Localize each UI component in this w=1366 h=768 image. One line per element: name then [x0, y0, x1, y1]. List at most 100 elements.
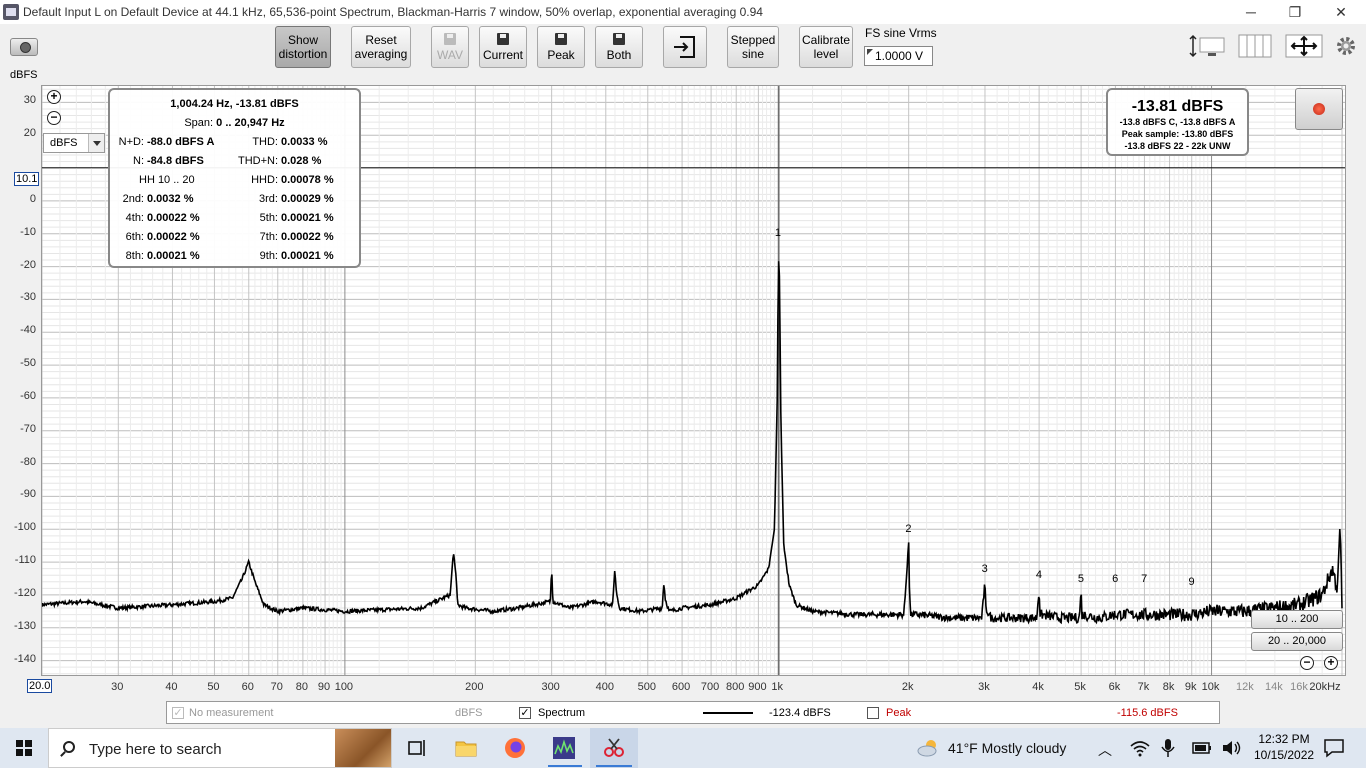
taskbar-search[interactable]: Type here to search — [48, 728, 392, 768]
x-tick-label: 600 — [671, 681, 691, 693]
x-tick-label: 5k — [1074, 681, 1086, 693]
wifi-icon[interactable] — [1128, 736, 1152, 760]
fit-vertical-icon[interactable] — [1188, 34, 1228, 58]
volume-icon[interactable] — [1220, 736, 1244, 760]
range-10-200-button[interactable]: 10 .. 200 — [1251, 610, 1343, 629]
x-tick-label: 30 — [111, 681, 124, 693]
stepped-sine-button[interactable]: Stepped sine — [727, 26, 779, 68]
level-weighted: -13.8 dBFS C, -13.8 dBFS A — [1119, 117, 1236, 127]
y-axis-unit: dBFS — [10, 69, 38, 81]
search-highlight-image — [335, 729, 391, 767]
distortion-value: 0.0033 % — [281, 136, 328, 148]
harmonic-label: 3 — [981, 562, 988, 575]
span-label: Span: — [184, 117, 214, 129]
weather-cloud-icon[interactable] — [916, 736, 940, 760]
distortion-label: 4th: — [125, 212, 144, 224]
calibrate-level-button[interactable]: Calibrate level — [799, 26, 853, 68]
zoom-in-icon[interactable]: + — [47, 90, 61, 104]
x-tick-label: 90 — [317, 681, 331, 693]
y-tick-label: -80 — [20, 455, 36, 468]
system-clock[interactable]: 12:32 PM 10/15/2022 — [1254, 731, 1314, 763]
weather-text[interactable]: 41°F Mostly cloudy — [948, 740, 1066, 756]
distortion-label: N+D: — [118, 136, 144, 148]
close-button[interactable]: ✕ — [1318, 0, 1364, 24]
app-icon — [3, 4, 19, 20]
camera-icon[interactable] — [10, 38, 38, 56]
save-current-button[interactable]: Current — [479, 26, 527, 68]
show-distortion-label: Show distortion — [278, 33, 328, 61]
harmonic-label: 1 — [774, 227, 782, 240]
distortion-label: 6th: — [125, 231, 144, 243]
x-tick-label: 1k — [771, 681, 784, 693]
microphone-icon[interactable] — [1156, 736, 1180, 760]
distortion-label: 7th: — [259, 231, 278, 243]
layout-columns-icon[interactable] — [1237, 34, 1273, 58]
legend-bar: ✓ No measurement dBFS ✓ Spectrum -123.4 … — [166, 701, 1220, 724]
x-tick-label: 40 — [165, 681, 178, 693]
zoom-out-icon[interactable]: − — [47, 111, 61, 125]
harmonic-label: 5 — [1077, 572, 1084, 585]
x-min-value[interactable]: 20.0 — [27, 679, 53, 693]
move-arrows-icon[interactable] — [1285, 34, 1323, 58]
x-tick-label: 7k — [1137, 681, 1150, 693]
x-tick-label: 10k — [1201, 681, 1220, 693]
x-tick-label: 500 — [637, 681, 656, 693]
peak-checkbox[interactable] — [867, 707, 879, 719]
y-tick-label: -60 — [20, 389, 36, 402]
task-view-icon[interactable] — [405, 736, 429, 760]
level-peak-sample: Peak sample: -13.80 dBFS — [1121, 129, 1234, 139]
distortion-value: 0.028 % — [281, 155, 322, 167]
zoom-out-x-icon[interactable]: − — [1300, 656, 1314, 670]
unit-select[interactable]: dBFS — [43, 133, 105, 153]
y-tick-label: -90 — [20, 488, 36, 501]
y-tick-label: -70 — [20, 422, 36, 435]
reset-averaging-button[interactable]: Reset averaging — [351, 26, 411, 68]
spectrum-checkbox[interactable]: ✓ — [519, 707, 531, 719]
x-tick-label: 400 — [595, 681, 614, 693]
wav-label: WAV — [437, 47, 463, 62]
settings-gear-icon[interactable] — [1334, 34, 1358, 58]
reset-averaging-label: Reset averaging — [354, 33, 408, 61]
level-panel: -13.81 dBFS -13.8 dBFS C, -13.8 dBFS A P… — [1106, 88, 1249, 156]
harmonic-label: 7 — [1141, 572, 1148, 585]
distortion-label: 3rd: — [259, 193, 278, 205]
firefox-icon[interactable] — [503, 736, 527, 760]
rew-app-icon[interactable] — [552, 736, 576, 760]
x-tick-label: 9k — [1184, 681, 1197, 693]
fs-sine-input[interactable]: 1.0000 V — [864, 46, 933, 66]
range-20-20000-button[interactable]: 20 .. 20,000 — [1251, 632, 1343, 651]
distortion-value: 0.00022 % — [147, 212, 200, 224]
unit-select-value: dBFS — [50, 137, 78, 149]
chevron-up-icon[interactable]: ︿ — [1098, 740, 1112, 760]
save-both-button[interactable]: Both — [595, 26, 643, 68]
peak-legend-label: Peak — [886, 707, 912, 719]
battery-icon[interactable] — [1190, 736, 1214, 760]
save-disk-icon — [497, 32, 509, 45]
wav-button: WAV — [431, 26, 469, 68]
snipping-tool-icon[interactable] — [602, 736, 626, 760]
windows-start-icon[interactable] — [16, 740, 32, 756]
x-tick-label: 70 — [270, 681, 283, 693]
distortion-fundamental: 1,004.24 Hz, -13.81 dBFS — [170, 98, 299, 110]
record-button[interactable] — [1295, 88, 1343, 130]
calibrate-level-label: Calibrate level — [801, 33, 851, 61]
notifications-icon[interactable] — [1322, 736, 1346, 760]
show-distortion-button[interactable]: Show distortion — [275, 26, 331, 68]
x-tick-label: 8k — [1162, 681, 1175, 693]
save-peak-button[interactable]: Peak — [537, 26, 585, 68]
export-button[interactable] — [663, 26, 707, 68]
restore-button[interactable]: ❐ — [1272, 0, 1318, 24]
harmonic-label: 9 — [1188, 575, 1195, 588]
x-tick-label: 80 — [295, 681, 309, 693]
x-tick-label: 300 — [541, 681, 560, 693]
peak-label: Peak — [547, 47, 575, 62]
minimize-button[interactable]: ─ — [1228, 0, 1274, 24]
file-explorer-icon[interactable] — [454, 736, 478, 760]
zoom-in-x-icon[interactable]: + — [1324, 656, 1338, 670]
y-tick-label: -110 — [14, 554, 36, 567]
distortion-span: Span: 0 .. 20,947 Hz — [110, 117, 359, 129]
search-placeholder: Type here to search — [89, 741, 222, 758]
x-tick-label: 14k — [1265, 681, 1283, 693]
y-cursor-value[interactable]: 10.1 — [14, 172, 40, 186]
y-tick-label: 20 — [23, 127, 36, 140]
